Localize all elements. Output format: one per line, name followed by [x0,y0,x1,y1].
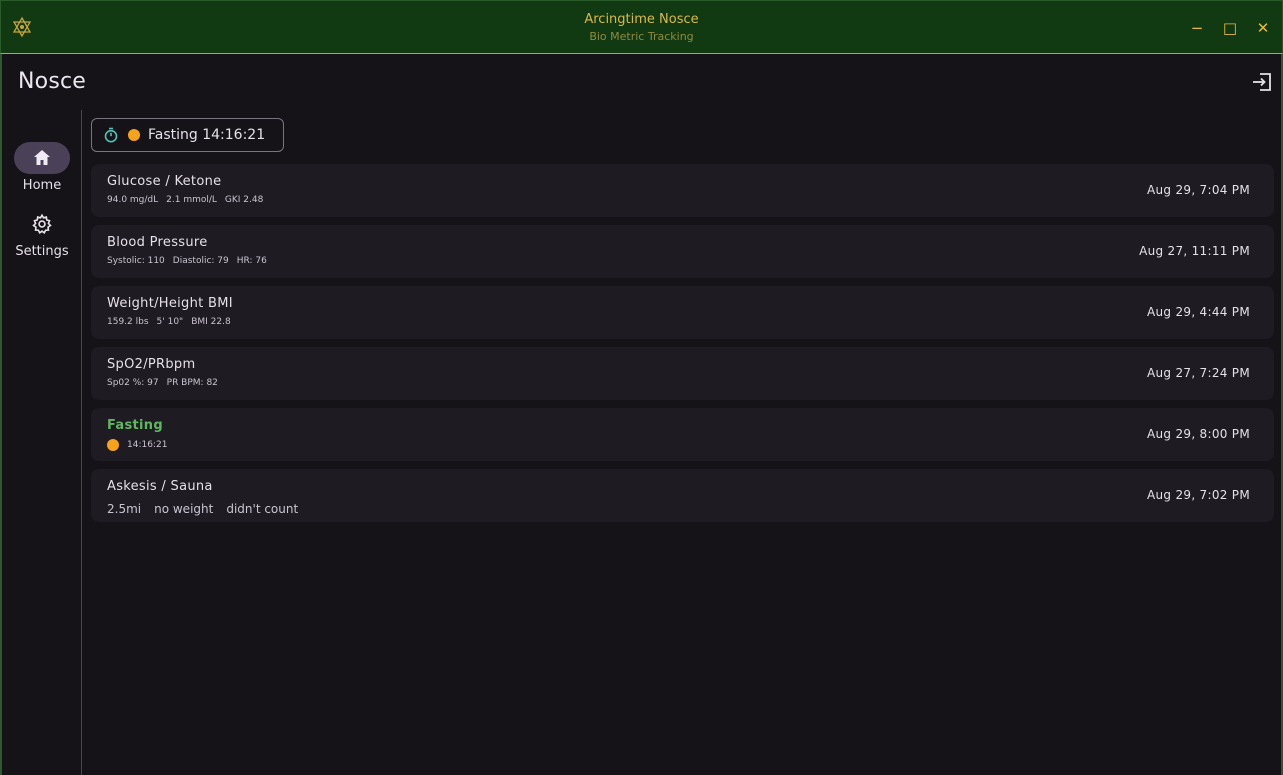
window-titlebar: Arcingtime Nosce Bio Metric Tracking − □… [0,0,1283,54]
close-button[interactable]: ✕ [1252,17,1274,39]
logout-icon[interactable] [1251,71,1273,93]
gear-icon [32,213,52,235]
card-detail: 2.1 mmol/L [166,195,217,205]
card-date: Aug 29, 7:04 PM [1147,183,1250,197]
metrics-list: Glucose / Ketone 94.0 mg/dL 2.1 mmol/L G… [91,164,1274,530]
card-title: Fasting [107,418,163,433]
fasting-chip-label: Fasting 14:16:21 [148,127,266,143]
card-blood-pressure[interactable]: Blood Pressure Systolic: 110 Diastolic: … [91,225,1274,278]
card-title: Weight/Height BMI [107,296,233,311]
card-detail: Systolic: 110 [107,256,165,266]
nav-label-settings: Settings [15,244,69,259]
nav-label-home: Home [22,178,62,193]
card-detail: 94.0 mg/dL [107,195,159,205]
card-detail: BMI 22.8 [191,317,231,327]
page-title: Nosce [18,69,87,94]
home-icon [34,150,50,165]
card-title: Blood Pressure [107,235,208,250]
minimize-button[interactable]: − [1186,17,1208,39]
card-details: Systolic: 110 Diastolic: 79 HR: 76 [107,256,275,266]
card-detail: 159.2 lbs [107,317,149,327]
fasting-status-dot [107,439,119,451]
card-details: 94.0 mg/dL 2.1 mmol/L GKI 2.48 [107,195,271,205]
card-detail: Diastolic: 79 [172,256,229,266]
card-date: Aug 29, 8:00 PM [1147,427,1250,441]
card-details: 2.5mi no weight didn't count [107,502,311,516]
card-detail: GKI 2.48 [224,195,264,205]
window-title: Arcingtime Nosce [584,12,699,27]
card-detail: 2.5mi [107,502,142,516]
fasting-status-chip[interactable]: Fasting 14:16:21 [91,118,284,152]
card-details: 159.2 lbs 5' 10" BMI 22.8 [107,317,239,327]
card-detail: no weight [154,502,214,516]
card-title: Askesis / Sauna [107,479,213,494]
card-date: Aug 27, 7:24 PM [1147,366,1250,380]
card-askesis-sauna[interactable]: Askesis / Sauna 2.5mi no weight didn't c… [91,469,1274,522]
timer-icon [104,127,118,143]
card-spo2-prbpm[interactable]: SpO2/PRbpm Sp02 %: 97 PR BPM: 82 Aug 27,… [91,347,1274,400]
card-details: Sp02 %: 97 PR BPM: 82 [107,378,226,388]
card-detail: Sp02 %: 97 [107,378,159,388]
nav-item-settings[interactable]: Settings [2,208,82,259]
maximize-button[interactable]: □ [1219,17,1241,39]
card-detail: PR BPM: 82 [166,378,218,388]
card-weight-height-bmi[interactable]: Weight/Height BMI 159.2 lbs 5' 10" BMI 2… [91,286,1274,339]
card-date: Aug 29, 7:02 PM [1147,488,1250,502]
fasting-status-dot [128,129,140,141]
card-title: Glucose / Ketone [107,174,222,189]
window-subtitle: Bio Metric Tracking [589,30,694,43]
card-date: Aug 29, 4:44 PM [1147,305,1250,319]
card-date: Aug 27, 11:11 PM [1139,244,1250,258]
card-title: SpO2/PRbpm [107,357,196,372]
card-detail: HR: 76 [236,256,267,266]
nav-indicator [14,142,70,174]
card-glucose-ketone[interactable]: Glucose / Ketone 94.0 mg/dL 2.1 mmol/L G… [91,164,1274,217]
window-titles: Arcingtime Nosce Bio Metric Tracking [1,12,1282,45]
card-fasting[interactable]: Fasting 14:16:21 Aug 29, 8:00 PM [91,408,1274,461]
navigation-rail: Home Settings [2,110,82,775]
card-detail: 14:16:21 [127,440,168,450]
card-detail: 5' 10" [156,317,184,327]
nav-item-home[interactable]: Home [2,142,82,193]
nav-indicator [14,208,70,240]
card-details: 14:16:21 [107,439,175,451]
card-detail: didn't count [226,502,299,516]
